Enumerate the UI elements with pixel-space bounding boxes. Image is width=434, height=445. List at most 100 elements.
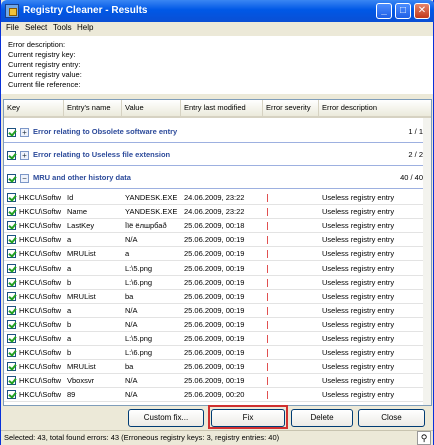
severity-indicator (267, 194, 268, 202)
row-checkbox[interactable] (7, 263, 16, 273)
table-row[interactable]: HKCU\Softw a L:\5.png 25.06.2009, 00:19 Usel… (4, 333, 431, 346)
table-row[interactable]: HKCU\Softw a L:\5.png 25.06.2009, 00:19 Usel… (4, 263, 431, 276)
custom-fix-button[interactable]: Custom fix... (128, 409, 204, 427)
row-error-description: Useless registry entry (322, 235, 395, 245)
table-row[interactable]: HKCU\Softw a N/A 25.06.2009, 00:19 Useless r… (4, 234, 431, 248)
table-row[interactable]: HKCU\Softw LastKey Їїё ёлшрбаð 25.06.2009, … (4, 220, 431, 234)
row-checkbox[interactable] (7, 249, 16, 259)
group-useless-file-extension[interactable]: + Error relating to Useless file extensi… (4, 145, 431, 166)
menu-bar: File Select Tools Help (1, 22, 433, 35)
title-bar[interactable]: Registry Cleaner - Results _ □ ✕ (1, 0, 434, 22)
row-checkbox[interactable] (7, 221, 16, 231)
row-checkbox[interactable] (7, 193, 16, 202)
column-entry-name[interactable]: Entry's name (64, 100, 122, 116)
row-error-description: Useless registry entry (322, 362, 395, 372)
row-value: Їїё ёлшрбаð (125, 221, 167, 231)
row-key: HKCU\Softw (19, 235, 62, 245)
table-row[interactable]: HKCU\Softw b L:\6.png 25.06.2009, 00:19 Usel… (4, 277, 431, 290)
row-checkbox[interactable] (7, 207, 16, 217)
row-error-description: Useless registry entry (322, 404, 422, 406)
row-checkbox[interactable] (7, 390, 16, 400)
current-file-reference-label: Current file reference: (8, 80, 81, 89)
table-row[interactable]: HKCU\Softw MRUList a 25.06.2009, 00:19 Usele… (4, 248, 431, 262)
expand-icon[interactable]: + (20, 128, 29, 137)
table-row[interactable]: HKCU\Softw MRUList ba 25.06.2009, 00:19 Usel… (4, 291, 431, 304)
menu-tools[interactable]: Tools (53, 23, 72, 32)
row-error-description: Useless registry entry (322, 348, 395, 358)
current-registry-key-label: Current registry key: (8, 50, 76, 59)
severity-indicator (267, 222, 268, 231)
severity-indicator (267, 335, 268, 343)
column-entry-last-modified[interactable]: Entry last modified (181, 100, 263, 116)
row-error-description: Useless registry entry (322, 249, 395, 259)
fix-button-highlight (208, 405, 288, 429)
column-key[interactable]: Key (4, 100, 64, 116)
results-grid[interactable]: Key Entry's name Value Entry last modifi… (3, 99, 432, 406)
table-row[interactable]: HKCU\Softw b L:\6.png 25.06.2009, 00:19 Usel… (4, 347, 431, 361)
group-checkbox[interactable] (7, 151, 16, 160)
menu-select[interactable]: Select (25, 23, 47, 32)
row-value: N/A (125, 235, 138, 245)
group-title: Error relating to Useless file extension (33, 150, 171, 159)
row-checkbox[interactable] (7, 277, 16, 287)
collapse-icon[interactable]: − (20, 174, 29, 183)
row-key: HKCU\Softw (19, 221, 62, 231)
status-bar: Selected: 43, total found errors: 43 (Er… (1, 430, 433, 445)
column-error-severity[interactable]: Error severity (263, 100, 319, 116)
row-checkbox[interactable] (7, 376, 16, 386)
row-checkbox[interactable] (7, 319, 16, 329)
minimize-button[interactable]: _ (376, 3, 392, 19)
row-last-modified: 25.06.2009, 00:18 (184, 221, 245, 231)
row-value: L:\6.png (125, 277, 153, 287)
table-row[interactable]: HKCU\Softw Id YANDESK.EXE 24.06.2009, 23:22… (4, 192, 431, 205)
group-mru-history[interactable]: − MRU and other history data 40 / 40 (4, 168, 431, 189)
table-row[interactable]: HKCU\Softw MRUList ba 25.06.2009, 00:19 Usel… (4, 361, 431, 375)
row-entry-name: a (67, 263, 72, 273)
row-checkbox[interactable] (7, 291, 16, 301)
group-checkbox[interactable] (7, 174, 16, 183)
menu-file[interactable]: File (6, 23, 19, 32)
group-checkbox[interactable] (7, 128, 16, 137)
severity-indicator (267, 306, 268, 315)
row-value: ba (125, 291, 134, 301)
menu-help[interactable]: Help (77, 23, 93, 32)
row-last-modified: 24.06.2009, 23:22 (184, 207, 245, 217)
group-title: Error relating to Obsolete software entr… (33, 127, 178, 136)
row-entry-name: LastKey (67, 221, 95, 231)
row-last-modified: 25.06.2009, 00:19 (184, 277, 245, 287)
row-last-modified: 25.06.2009, 00:19 (184, 305, 245, 315)
delete-button[interactable]: Delete (291, 409, 353, 427)
close-window-button[interactable]: ✕ (414, 3, 430, 19)
column-value[interactable]: Value (122, 100, 181, 116)
row-checkbox[interactable] (7, 348, 16, 358)
table-row[interactable]: HKCU\Softw 89 N/A 25.06.2009, 00:20 Useless … (4, 389, 431, 403)
row-error-description: Useless registry entry (322, 277, 395, 287)
row-value: L:\5.png (125, 263, 153, 273)
row-key: HKCU\Softw (19, 193, 62, 202)
row-checkbox[interactable] (7, 362, 16, 372)
row-last-modified: 25.06.2009, 00:19 (184, 376, 245, 386)
severity-indicator (267, 320, 268, 329)
current-registry-value-label: Current registry value: (8, 70, 82, 79)
row-checkbox[interactable] (7, 334, 16, 343)
table-row[interactable]: HKCU\Softw b N/A 25.06.2009, 00:19 Useless r… (4, 319, 431, 332)
column-error-description[interactable]: Error description (319, 100, 431, 116)
zoom-icon[interactable]: ⚲ (417, 431, 431, 445)
vertical-scrollbar[interactable] (423, 118, 431, 405)
close-button[interactable]: Close (358, 409, 425, 427)
row-value: L:\6.png (125, 348, 153, 358)
row-value: N/A (125, 404, 181, 406)
expand-icon[interactable]: + (20, 151, 29, 160)
group-obsolete-software[interactable]: + Error relating to Obsolete software en… (4, 122, 431, 143)
row-error-description: Useless registry entry (322, 263, 395, 273)
table-row[interactable]: HKCU\Softw Vboxsvr N/A 25.06.2009, 00:19 Use… (4, 375, 431, 389)
row-checkbox[interactable] (7, 305, 16, 315)
table-row[interactable]: HKCU\Softw a N/A 25.06.2009, 00:19 Useless r… (4, 305, 431, 318)
severity-indicator (267, 363, 268, 372)
row-value: N/A (125, 376, 138, 386)
table-row[interactable]: HKCU\Softw Name YANDESK.EXE 24.06.2009, 23:… (4, 206, 431, 220)
maximize-button[interactable]: □ (395, 3, 411, 19)
row-checkbox[interactable] (7, 235, 16, 245)
row-checkbox[interactable] (7, 404, 16, 405)
row-value: N/A (125, 319, 138, 329)
